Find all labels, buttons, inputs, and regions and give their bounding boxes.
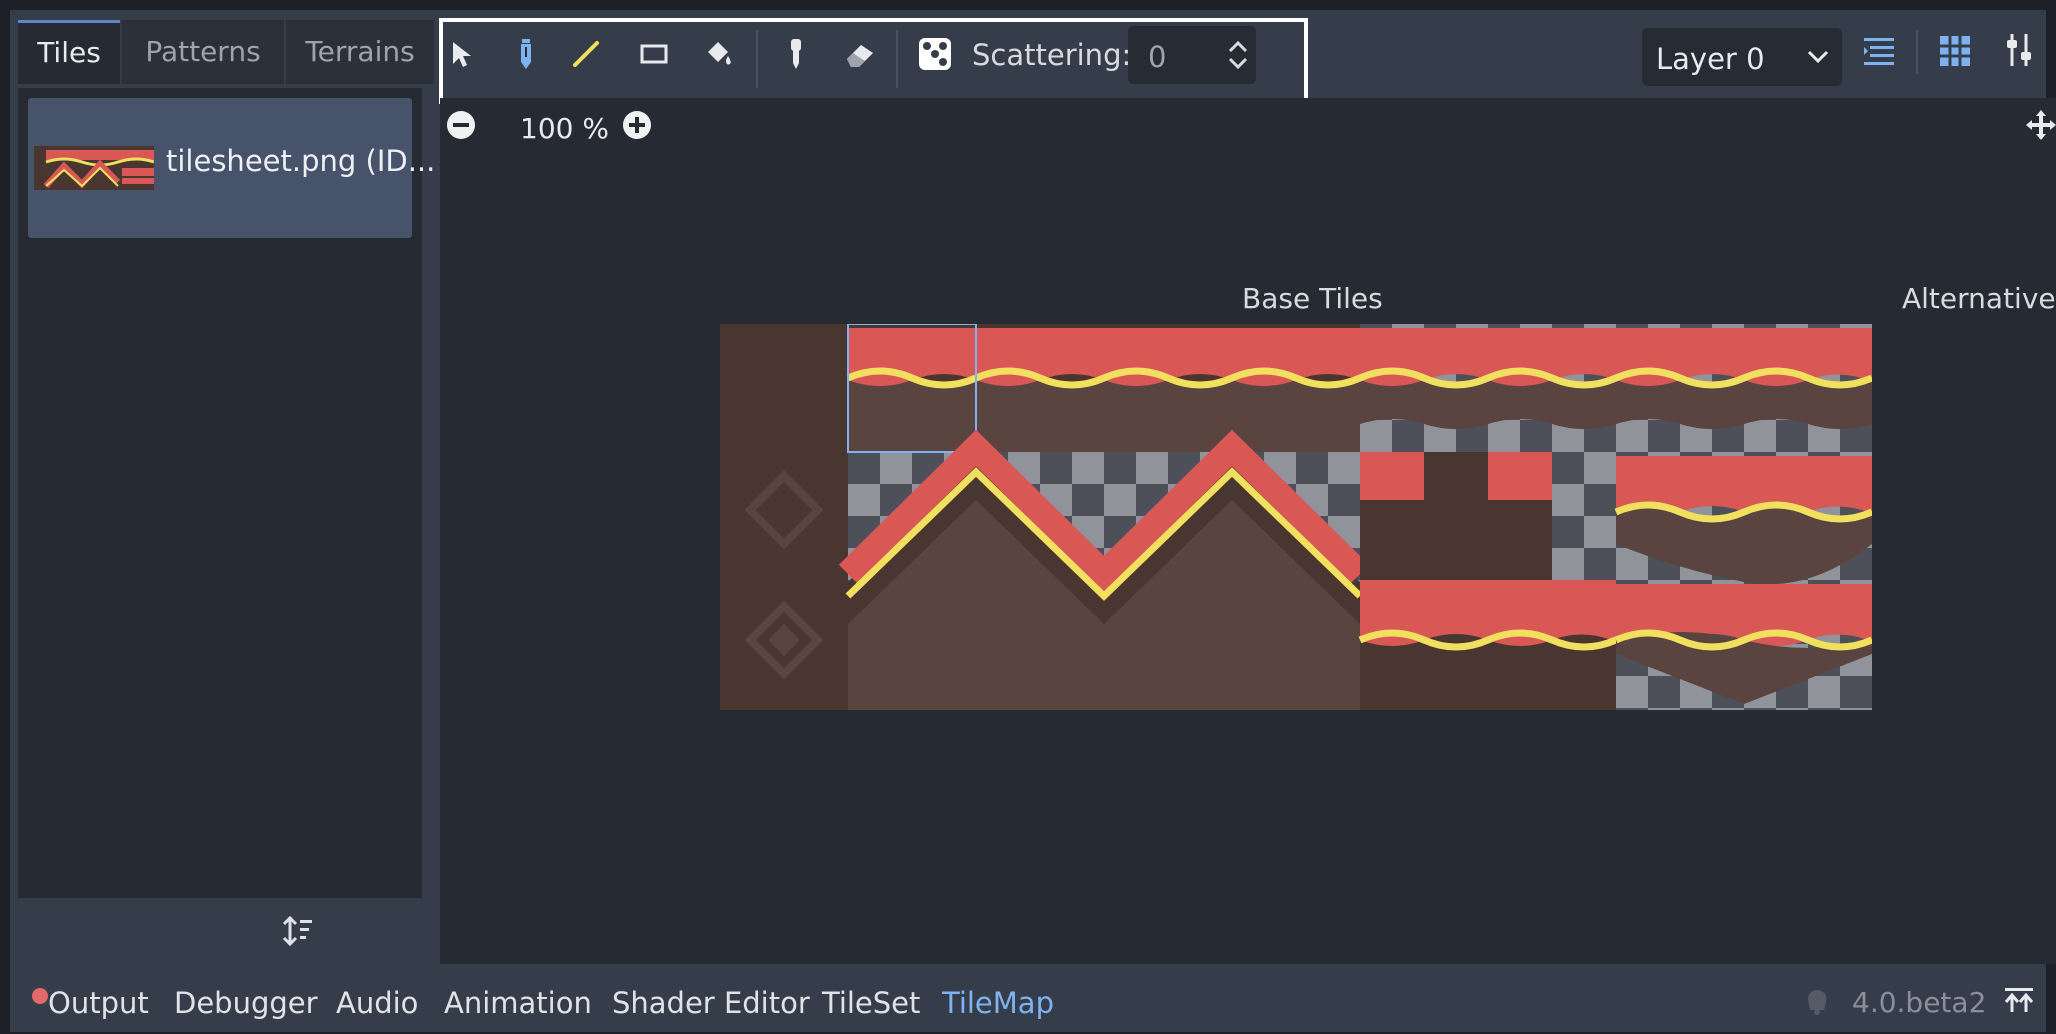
tab-debugger[interactable]: Debugger bbox=[174, 986, 318, 1020]
editor-panel: Tiles Patterns Terrains tilesheet.png (I… bbox=[10, 10, 2056, 1032]
output-status-dot bbox=[32, 988, 48, 1004]
chevron-down-icon bbox=[1807, 50, 1829, 64]
settings-icon[interactable] bbox=[2004, 32, 2036, 68]
notification-icon[interactable] bbox=[1800, 984, 1834, 1018]
zoom-level[interactable]: 100 % bbox=[520, 112, 609, 145]
layer-value: Layer 0 bbox=[1656, 42, 1765, 76]
tile-source-item[interactable]: tilesheet.png (ID... bbox=[28, 98, 435, 238]
base-tiles-label: Base Tiles bbox=[1242, 282, 1383, 315]
toolbar-highlight bbox=[439, 18, 1308, 104]
tilesheet-thumbnail bbox=[34, 146, 154, 190]
tab-tileset[interactable]: TileSet bbox=[822, 986, 920, 1020]
toolbar-separator bbox=[1916, 30, 1918, 74]
sort-icon[interactable] bbox=[282, 914, 314, 948]
tab-shader-editor[interactable]: Shader Editor bbox=[612, 986, 810, 1020]
tile-source-list: tilesheet.png (ID... bbox=[18, 88, 435, 898]
tab-tiles[interactable]: Tiles bbox=[18, 20, 120, 84]
alternative-tiles-label: Alternative bbox=[1902, 282, 2056, 315]
tab-audio[interactable]: Audio bbox=[336, 986, 418, 1020]
zoom-in-icon[interactable] bbox=[622, 110, 652, 140]
layer-dropdown[interactable]: Layer 0 bbox=[1642, 28, 1842, 86]
tile-source-label: tilesheet.png (ID... bbox=[166, 144, 436, 178]
tab-patterns[interactable]: Patterns bbox=[122, 20, 284, 84]
tab-tilemap[interactable]: TileMap bbox=[942, 986, 1054, 1020]
layer-highlight-icon[interactable] bbox=[1862, 34, 1896, 68]
tab-output[interactable]: Output bbox=[48, 986, 149, 1020]
tile-atlas[interactable] bbox=[720, 324, 1872, 710]
version-label: 4.0.beta2 bbox=[1852, 986, 1987, 1019]
grid-icon[interactable] bbox=[1938, 34, 1972, 68]
tab-animation[interactable]: Animation bbox=[444, 986, 592, 1020]
expand-panel-icon[interactable] bbox=[2002, 986, 2036, 1016]
pan-move-icon[interactable] bbox=[2024, 108, 2056, 142]
tab-terrains[interactable]: Terrains bbox=[286, 20, 434, 84]
zoom-out-icon[interactable] bbox=[446, 110, 476, 140]
